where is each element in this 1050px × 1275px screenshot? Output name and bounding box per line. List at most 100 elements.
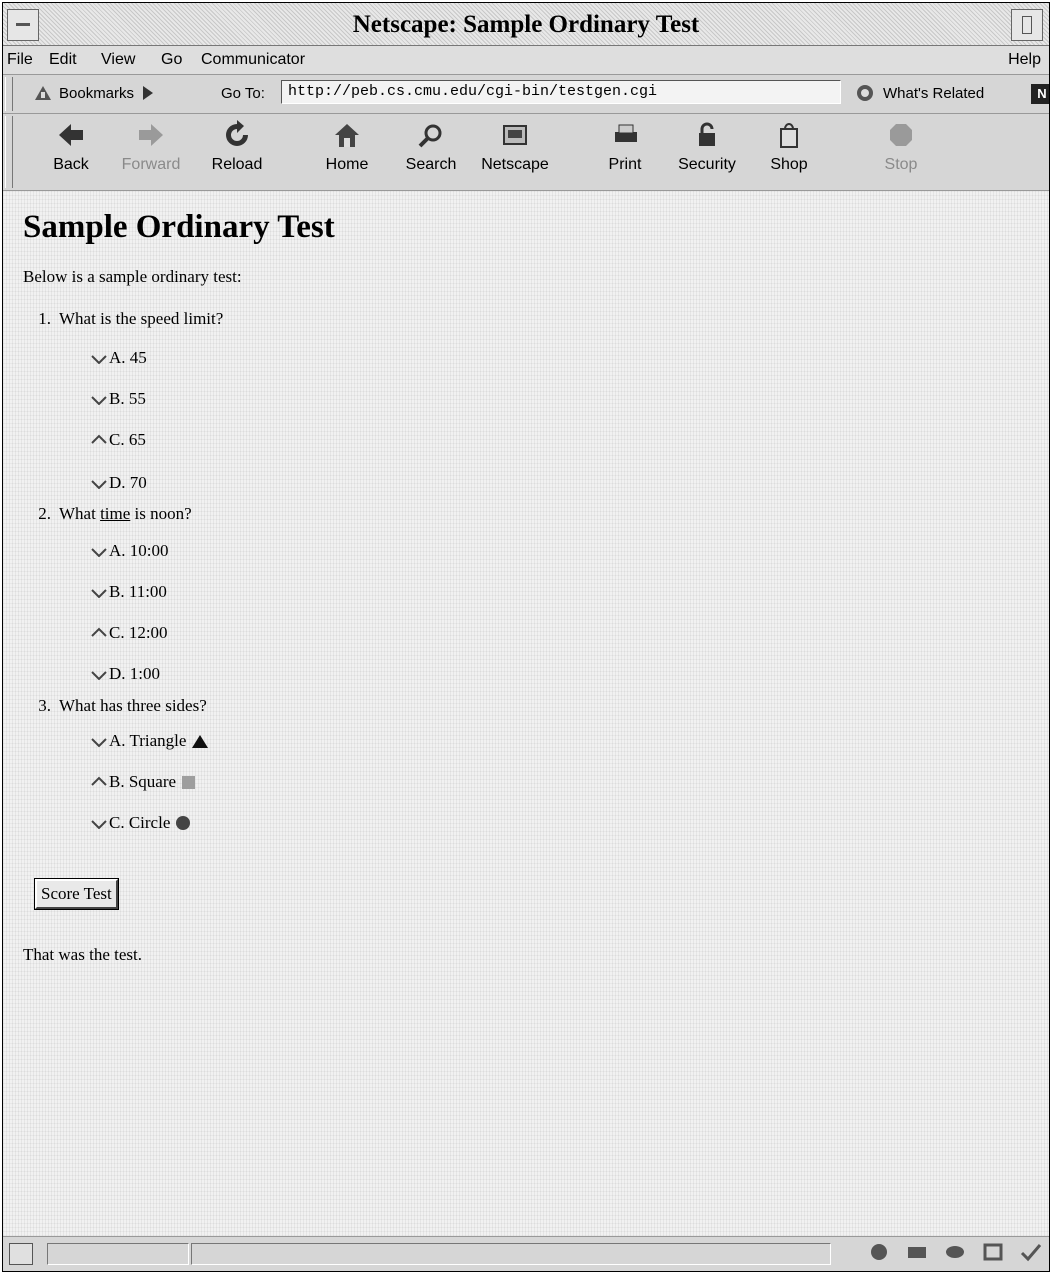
option-label: A. 10:00 bbox=[109, 541, 169, 560]
window-title: Netscape: Sample Ordinary Test bbox=[352, 11, 700, 38]
netscape-label: Netscape bbox=[481, 156, 549, 173]
whats-related-button[interactable]: What's Related bbox=[853, 83, 984, 103]
bookmark-arrow-icon bbox=[143, 86, 154, 100]
search-button[interactable]: Search bbox=[391, 120, 471, 174]
location-url-input[interactable] bbox=[281, 80, 841, 104]
forward-button[interactable]: Forward bbox=[111, 120, 191, 174]
question-text: What has three sides? bbox=[59, 696, 207, 715]
q3-option-c[interactable]: C. Circle bbox=[91, 813, 191, 833]
forward-arrow-icon bbox=[139, 124, 163, 146]
radio-unselected-icon[interactable] bbox=[91, 586, 107, 598]
radio-unselected-icon[interactable] bbox=[91, 735, 107, 747]
discussion-icon[interactable] bbox=[943, 1241, 967, 1263]
checkmark-icon[interactable] bbox=[1019, 1241, 1043, 1263]
score-test-button[interactable]: Score Test bbox=[34, 878, 119, 910]
option-label: A. Triangle bbox=[109, 731, 187, 750]
question-number: 1. bbox=[38, 309, 51, 328]
q1-option-d[interactable]: D. 70 bbox=[91, 473, 147, 493]
radio-selected-icon[interactable] bbox=[91, 627, 107, 639]
home-icon bbox=[335, 124, 359, 147]
radio-unselected-icon[interactable] bbox=[91, 352, 107, 364]
radio-unselected-icon[interactable] bbox=[91, 393, 107, 405]
q3-option-b[interactable]: B. Square bbox=[91, 772, 196, 792]
title-bar[interactable]: Netscape: Sample Ordinary Test bbox=[3, 3, 1049, 46]
security-button[interactable]: Security bbox=[667, 120, 747, 174]
navigation-toolbar: Back Forward Reload Home Search Netscape… bbox=[3, 114, 1049, 191]
menu-view[interactable]: View bbox=[101, 51, 135, 69]
question-text: What is the speed limit? bbox=[59, 309, 224, 328]
bookmarks-label: Bookmarks bbox=[59, 84, 135, 102]
option-label: D. 1:00 bbox=[109, 664, 160, 683]
mail-icon[interactable] bbox=[905, 1241, 929, 1263]
back-button[interactable]: Back bbox=[31, 120, 111, 174]
stop-label: Stop bbox=[884, 156, 918, 173]
location-toolbar: Bookmarks Go To: What's Related N bbox=[3, 75, 1049, 114]
q3-option-a[interactable]: A. Triangle bbox=[91, 731, 209, 751]
menu-edit[interactable]: Edit bbox=[49, 51, 77, 69]
navigator-icon[interactable] bbox=[867, 1241, 891, 1263]
goto-label: Go To: bbox=[221, 85, 265, 102]
my-netscape-icon bbox=[503, 125, 527, 145]
composer-icon[interactable] bbox=[981, 1241, 1005, 1263]
netscape-logo: N bbox=[1031, 84, 1049, 104]
menu-help[interactable]: Help bbox=[1008, 51, 1041, 69]
home-button[interactable]: Home bbox=[307, 120, 387, 174]
reload-button[interactable]: Reload bbox=[197, 120, 277, 174]
page-content: Sample Ordinary Test Below is a sample o… bbox=[3, 191, 1049, 1236]
menu-go[interactable]: Go bbox=[161, 51, 182, 69]
option-label: C. Circle bbox=[109, 813, 171, 832]
component-bar bbox=[867, 1241, 1043, 1263]
radio-unselected-icon[interactable] bbox=[91, 668, 107, 680]
shopping-bag-icon bbox=[780, 123, 798, 148]
q2-option-a[interactable]: A. 10:00 bbox=[91, 541, 169, 561]
forward-label: Forward bbox=[121, 156, 181, 173]
bookmarks-button[interactable]: Bookmarks bbox=[33, 84, 156, 102]
radio-selected-icon[interactable] bbox=[91, 434, 107, 446]
shop-label: Shop bbox=[770, 156, 808, 173]
stop-button[interactable]: Stop bbox=[861, 120, 941, 174]
q2-option-c[interactable]: C. 12:00 bbox=[91, 623, 168, 643]
q2-option-d[interactable]: D. 1:00 bbox=[91, 664, 160, 684]
search-icon bbox=[418, 124, 442, 148]
browser-window: Netscape: Sample Ordinary Test File Edit… bbox=[2, 2, 1050, 1272]
q1-option-a[interactable]: A. 45 bbox=[91, 348, 147, 368]
printer-icon bbox=[615, 124, 637, 142]
triangle-icon bbox=[192, 734, 209, 748]
radio-selected-icon[interactable] bbox=[91, 776, 107, 788]
home-label: Home bbox=[325, 156, 369, 173]
option-label: D. 70 bbox=[109, 473, 147, 492]
question-3: 3. What has three sides? bbox=[23, 696, 207, 716]
menu-file[interactable]: File bbox=[7, 51, 33, 69]
related-icon bbox=[857, 85, 873, 101]
maximize-button[interactable] bbox=[1011, 9, 1043, 41]
radio-unselected-icon[interactable] bbox=[91, 545, 107, 557]
question-link-time[interactable]: time bbox=[100, 504, 130, 523]
radio-unselected-icon[interactable] bbox=[91, 477, 107, 489]
security-status-icon[interactable] bbox=[9, 1243, 33, 1265]
bookmark-icon bbox=[35, 86, 51, 100]
menu-bar: File Edit View Go Communicator Help bbox=[3, 46, 1049, 75]
option-label: B. 55 bbox=[109, 389, 146, 408]
radio-unselected-icon[interactable] bbox=[91, 817, 107, 829]
shop-button[interactable]: Shop bbox=[749, 120, 829, 174]
question-2: 2. What time is noon? bbox=[23, 504, 192, 524]
toolbar-grip[interactable] bbox=[5, 77, 13, 111]
security-label: Security bbox=[678, 156, 736, 173]
q1-option-c[interactable]: C. 65 bbox=[91, 430, 146, 450]
print-label: Print bbox=[608, 156, 642, 173]
back-arrow-icon bbox=[59, 124, 83, 146]
option-label: B. 11:00 bbox=[109, 582, 167, 601]
option-label: B. Square bbox=[109, 772, 177, 791]
progress-bar bbox=[47, 1243, 189, 1265]
menu-communicator[interactable]: Communicator bbox=[201, 51, 305, 69]
print-button[interactable]: Print bbox=[585, 120, 665, 174]
q1-option-b[interactable]: B. 55 bbox=[91, 389, 146, 409]
stop-icon bbox=[890, 124, 912, 146]
reload-label: Reload bbox=[211, 156, 263, 173]
question-text-after: is noon? bbox=[130, 504, 192, 523]
toolbar-grip[interactable] bbox=[5, 116, 13, 188]
reload-icon bbox=[226, 120, 248, 146]
netscape-button[interactable]: Netscape bbox=[475, 120, 555, 174]
q2-option-b[interactable]: B. 11:00 bbox=[91, 582, 167, 602]
question-number: 3. bbox=[38, 696, 51, 715]
